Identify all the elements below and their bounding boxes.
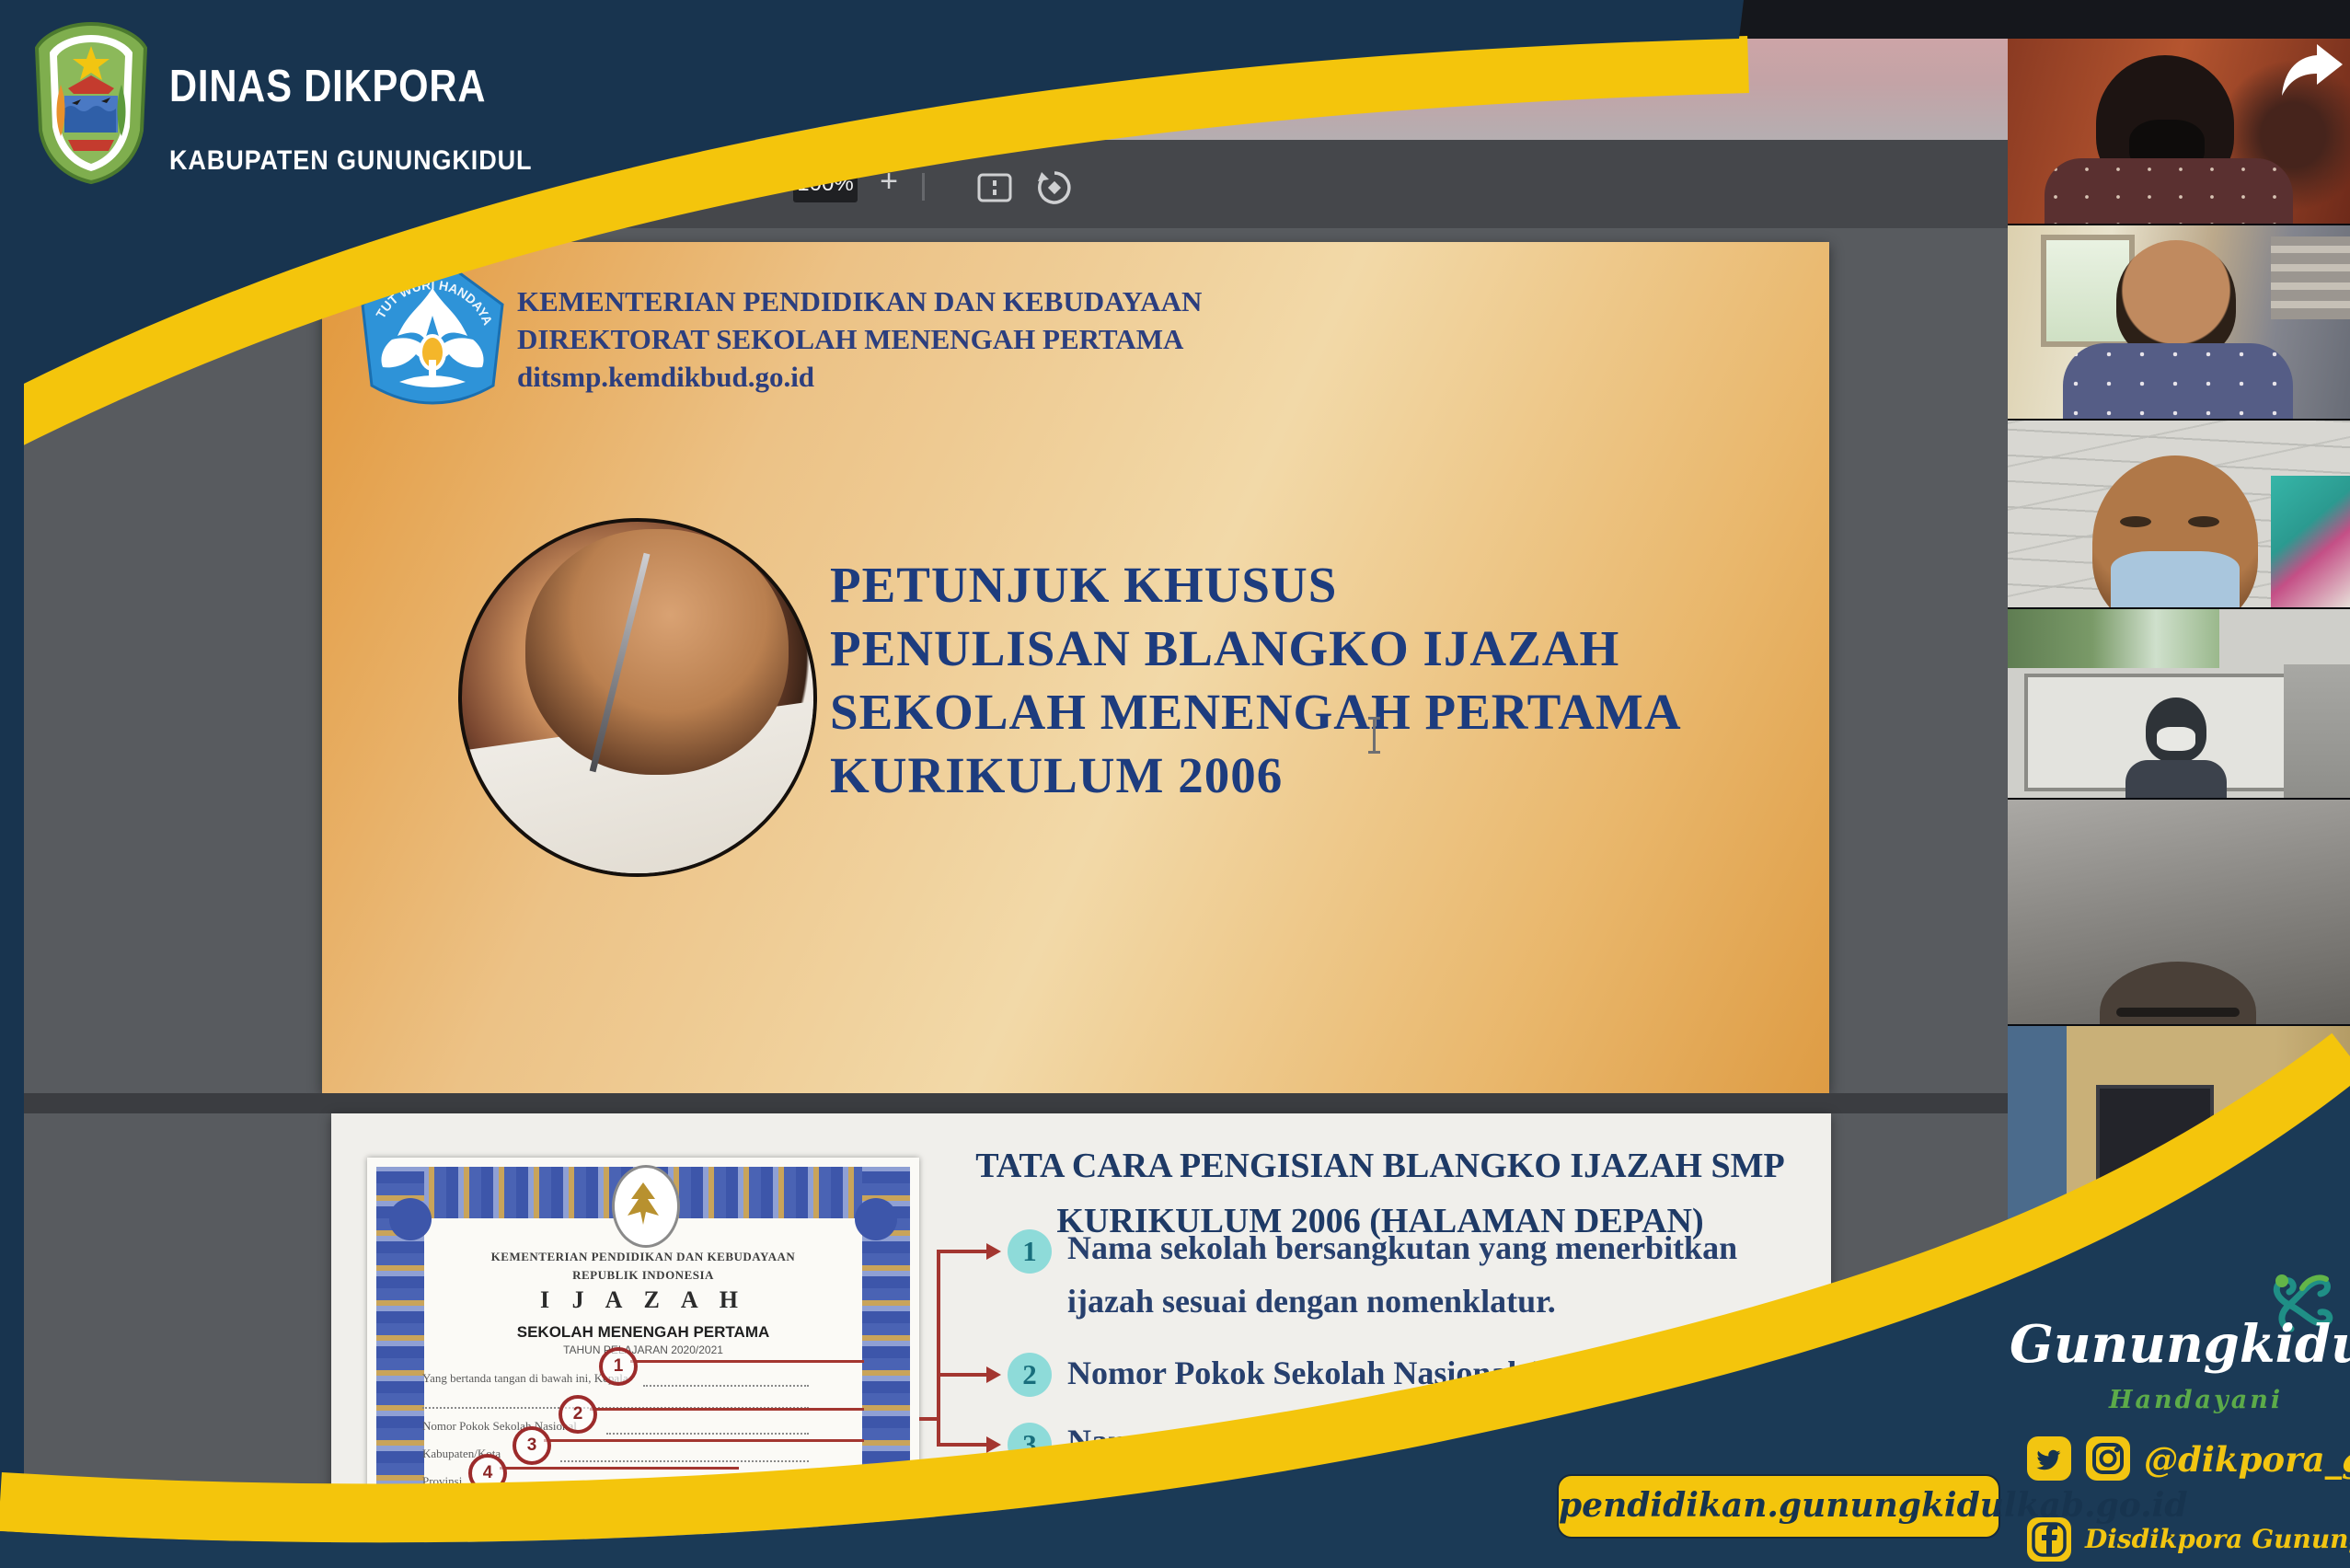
marker-connector — [544, 1439, 864, 1442]
bookshelf — [2271, 236, 2350, 319]
ijazah-field-line — [606, 1432, 809, 1435]
video-top-letterbox — [2008, 0, 2350, 37]
participant-head — [2116, 240, 2236, 360]
face-mask — [2157, 727, 2195, 751]
handayani-tagline: Handayani — [2109, 1386, 2283, 1414]
social-handle: @dikpora_gk — [2144, 1439, 2350, 1480]
twitter-icon — [2026, 1435, 2072, 1482]
participant-body — [2045, 158, 2293, 225]
zoom-out-button[interactable]: − — [743, 164, 784, 200]
arrow-head — [986, 1366, 1001, 1383]
slide2-heading-line-1: TATA CARA PENGISIAN BLANGKO IJAZAH SMP — [920, 1139, 1840, 1193]
slide-page-12: TUT WURI HANDAYANI KEMENTERIAN PENDIDIKA… — [322, 242, 1829, 1093]
ijazah-corner-ornament — [389, 1198, 432, 1240]
fit-page-icon — [973, 169, 1016, 206]
ijazah-marker-3: 3 — [513, 1426, 551, 1465]
share-arrow-icon — [2280, 40, 2344, 99]
agency-name: DINAS DIKPORA — [169, 61, 486, 112]
slide-title-line-4: KURIKULUM 2006 — [830, 744, 1283, 807]
share-button[interactable] — [2280, 40, 2344, 99]
arrow-head — [986, 1436, 1001, 1453]
green-board — [2008, 609, 2219, 668]
meeting-screenshot: 12 / 55 − 100% + — [0, 0, 2350, 1568]
ijazah-field-line — [514, 1487, 662, 1490]
ijazah-marker-1: 1 — [599, 1347, 638, 1386]
participant-head — [2229, 1109, 2339, 1228]
ijazah-year: TAHUN PELAJARAN 2020/2021 — [432, 1343, 855, 1356]
ijazah-marker-4: 4 — [468, 1454, 507, 1493]
ministry-url: ditsmp.kemdikbud.go.id — [517, 358, 814, 396]
ministry-line-2: DIREKTORAT SEKOLAH MENENGAH PERTAMA — [517, 320, 1183, 358]
eye — [2120, 516, 2151, 527]
item-1-text-line-2: ijazah sesuai dengan nomenklatur. — [1067, 1275, 1556, 1328]
writing-hand-photo — [458, 518, 817, 877]
ijazah-field-line — [643, 1384, 809, 1387]
garuda-emblem-icon — [612, 1165, 680, 1248]
item-2-number: 2 — [1008, 1353, 1052, 1397]
arrow-connector — [937, 1443, 986, 1447]
item-3-text-line-1: Nama nomenklatur kabupaten/kota*) ( — [1067, 1415, 1621, 1468]
arrow-connector — [937, 1250, 986, 1253]
item-1-number: 1 — [1008, 1229, 1052, 1274]
arrow-connector — [937, 1373, 986, 1377]
ijazah-field-1-label: Yang bertanda tangan di bawah ini, Kepal… — [422, 1371, 628, 1386]
face-mask — [2111, 551, 2240, 609]
item-3-text-line-2: mencoret) me — [1067, 1469, 1261, 1521]
participant-video-2[interactable] — [2008, 224, 2350, 421]
hand-photo-part — [525, 529, 789, 775]
ministry-line-1: KEMENTERIAN PENDIDIKAN DAN KEBUDAYAAN — [517, 282, 1202, 320]
slide-title-line-2: PENULISAN BLANGKO IJAZAH — [830, 617, 1619, 680]
fit-page-button[interactable] — [973, 169, 1016, 206]
pdf-viewer: 12 / 55 − 100% + — [24, 37, 2008, 1568]
ijazah-document-preview: KEMENTERIAN PENDIDIKAN DAN KEBUDAYAAN RE… — [367, 1158, 919, 1568]
cabinet — [2284, 664, 2350, 800]
zoom-level-input[interactable]: 100% — [793, 166, 858, 202]
ijazah-subtitle: SEKOLAH MENENGAH PERTAMA — [432, 1323, 855, 1342]
slide-title-line-1: PETUNJUK KHUSUS — [830, 553, 1337, 617]
toolbar-divider — [922, 173, 925, 201]
item-1-text-line-1: Nama sekolah bersangkutan yang menerbitk… — [1067, 1222, 1737, 1274]
participant-body — [2125, 760, 2227, 800]
participant-video-5[interactable] — [2008, 798, 2350, 1026]
ijazah-marker-2: 2 — [559, 1395, 597, 1434]
marker-connector — [630, 1360, 864, 1363]
marker-connector — [590, 1408, 864, 1411]
rotate-button[interactable] — [1034, 167, 1075, 208]
instagram-icon — [2085, 1435, 2131, 1482]
marker-connector — [500, 1467, 739, 1470]
participant-video-3[interactable] — [2008, 419, 2350, 609]
participant-video-4[interactable] — [2008, 607, 2350, 800]
ijazah-org-line-1: KEMENTERIAN PENDIDIKAN DAN KEBUDAYAAN — [432, 1250, 855, 1264]
fabric-decor — [2271, 476, 2350, 609]
ijazah-title: I J A Z A H — [432, 1286, 855, 1314]
agency-region: KABUPATEN GUNUNGKIDUL — [169, 145, 532, 177]
page-number-input[interactable]: 12 — [618, 167, 662, 201]
rotate-icon — [1034, 167, 1075, 208]
glasses — [2116, 1008, 2240, 1017]
page-total-label: / 55 — [675, 171, 717, 200]
participant-body — [2063, 343, 2293, 421]
tutwuri-handayani-logo-icon: TUT WURI HANDAYANI — [355, 251, 510, 419]
page-separator — [24, 1093, 2008, 1113]
gunungkidul-crest-icon — [28, 20, 155, 186]
arrow-head — [986, 1243, 1001, 1260]
gunungkidul-wordmark: Gunungkidul — [2010, 1314, 2350, 1375]
ijazah-field-2-label: Nomor Pokok Sekolah Nasional — [422, 1419, 577, 1434]
ijazah-field-line — [560, 1459, 809, 1462]
ijazah-note: menerangkan bahwa — [678, 1474, 777, 1489]
zoom-in-button[interactable]: + — [869, 164, 909, 200]
facebook-name: Disdikpora Gunungkidul — [2085, 1524, 2350, 1554]
tv-screen — [2096, 1085, 2214, 1203]
item-3-number: 3 — [1008, 1423, 1052, 1467]
item-2-text-line-1: Nomor Pokok Sekolah Nasional (NPSN) — [1067, 1347, 1633, 1400]
ijazah-corner-ornament — [855, 1198, 897, 1240]
website-banner: pendidikan.gunungkidulkab.go.id — [1557, 1474, 2000, 1539]
arrow-connector — [919, 1417, 939, 1421]
ijazah-org-line-2: REPUBLIK INDONESIA — [432, 1268, 855, 1283]
ijazah-field-4-label: Provinsi — [422, 1474, 462, 1489]
toolbar-divider — [727, 173, 730, 201]
slide-title-line-3: SEKOLAH MENENGAH PERTAMA — [830, 680, 1682, 744]
text-cursor — [1373, 717, 1376, 754]
eye — [2188, 516, 2219, 527]
